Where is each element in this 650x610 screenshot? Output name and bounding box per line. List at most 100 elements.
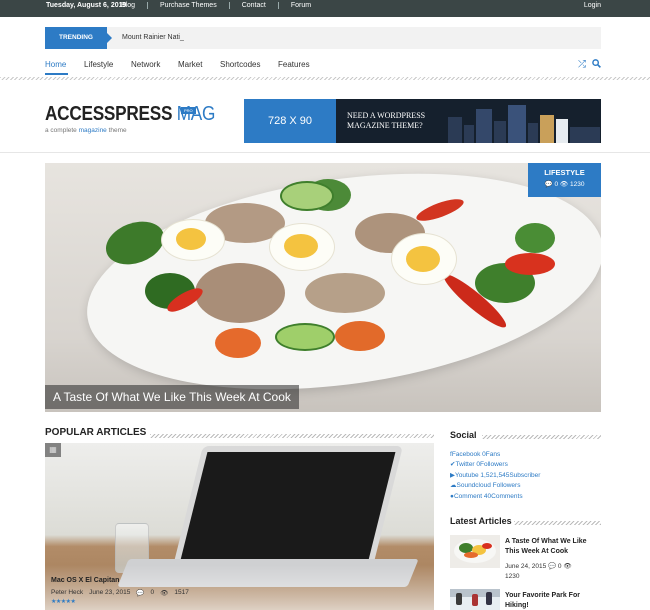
article-author[interactable]: Peter Heck [51, 589, 83, 597]
logo-tagline: a complete magazine theme [45, 127, 243, 134]
hero-comments: 0 [554, 181, 559, 188]
social-comment[interactable]: ●Comment 40Comments [450, 492, 540, 502]
comment-icon: 💬 [136, 590, 145, 597]
heading-divider [514, 521, 601, 525]
latest-comments: 0 [557, 563, 562, 570]
social-twitter-text: Twitter 0Followers [455, 461, 508, 469]
divider [147, 2, 149, 9]
skyline-building [508, 105, 526, 143]
top-link-purchase-themes[interactable]: Purchase Themes [160, 2, 217, 9]
nav-item-home[interactable]: Home [45, 60, 66, 69]
tagline-accent: magazine [78, 127, 107, 134]
trending-bar: TRENDING Mount Rainier Nati_ [45, 27, 601, 49]
ad-text: NEED A WORDPRESS MAGAZINE THEME? [347, 111, 425, 131]
top-link-forum[interactable]: Forum [291, 2, 311, 9]
latest-title[interactable]: A Taste Of What We Like This Week At Coo… [505, 537, 601, 557]
tagline-prefix: a complete [45, 127, 77, 134]
current-date: Tuesday, August 6, 2019 [46, 2, 127, 9]
nav-item-features[interactable]: Features [278, 60, 310, 69]
article-date: June 23, 2015 [89, 589, 131, 596]
rating-stars-icon: ★★★★★ [51, 599, 76, 605]
food-cucumber [275, 323, 335, 351]
hero-category-badge[interactable]: LIFESTYLE 💬 0 👁 1230 [528, 163, 601, 197]
nav-item-network[interactable]: Network [131, 60, 160, 69]
latest-thumb-image [450, 535, 500, 568]
eye-icon: 👁 [559, 181, 569, 188]
skyline-building [540, 115, 554, 143]
food-egg [391, 233, 457, 285]
food-tuna [195, 263, 285, 323]
comment-icon: 💬 [544, 181, 553, 188]
latest-views: 1230 [505, 573, 520, 580]
tagline-suffix: theme [108, 127, 127, 134]
social-soundcloud[interactable]: ☁Soundcloud Followers [450, 481, 540, 491]
popular-article-info: Mac OS X El Capitan Peter Heck June 23, … [45, 565, 434, 610]
skyline-building [528, 123, 538, 143]
skyline-building [448, 117, 462, 143]
article-comments: 0 [150, 589, 155, 596]
trending-ticker[interactable]: Mount Rainier Nati_ [122, 34, 184, 41]
popular-heading: POPULAR ARTICLES [45, 427, 147, 438]
social-facebook-text: Facebook 0Fans [451, 451, 501, 458]
food-tuna [305, 273, 385, 313]
social-heading: Social [450, 430, 477, 440]
divider [228, 2, 230, 9]
logo-title-main: ACCESSPRESS [45, 103, 173, 125]
image-format-icon: ▦ [45, 443, 61, 457]
skyline-building [464, 125, 474, 143]
food-pepper [505, 253, 555, 275]
food-carrot [215, 328, 261, 358]
shuffle-icon[interactable]: ⤮ [578, 59, 586, 71]
popular-article-meta: Peter Heck June 23, 2015 💬 0 👁 1517 [51, 589, 189, 597]
search-icon[interactable] [592, 59, 601, 71]
ad-banner[interactable]: 728 X 90 NEED A WORDPRESS MAGAZINE THEME… [244, 99, 601, 143]
skyline-building [570, 127, 600, 143]
food-egg [269, 223, 335, 271]
nav-item-shortcodes[interactable]: Shortcodes [220, 60, 260, 69]
social-youtube-text: Youtube 1,521,545Subscriber [455, 471, 541, 479]
nav-item-market[interactable]: Market [178, 60, 202, 69]
food-egg [161, 219, 225, 261]
comment-icon: 💬 [548, 563, 557, 570]
heading-divider [482, 435, 601, 439]
laptop-screen-image [173, 446, 403, 566]
nav-item-lifestyle[interactable]: Lifestyle [84, 60, 113, 69]
social-facebook[interactable]: fFacebook 0Fans [450, 450, 540, 460]
hero-caption[interactable]: A Taste Of What We Like This Week At Coo… [45, 385, 299, 409]
social-twitter[interactable]: ✔Twitter 0Followers [450, 460, 540, 470]
eye-icon: 👁 [563, 563, 572, 570]
pro-badge: PRO [181, 107, 196, 114]
header-divider [0, 152, 650, 153]
latest-heading: Latest Articles [450, 516, 512, 526]
skyline-building [556, 119, 568, 143]
latest-title[interactable]: Your Favorite Park For Hiking! [505, 591, 601, 610]
divider [277, 2, 279, 9]
hero-views: 1230 [569, 181, 585, 188]
nav-icons: ⤮ [578, 59, 601, 71]
heading-divider [150, 434, 434, 438]
nav-divider [0, 77, 650, 80]
food-carrot [335, 321, 385, 351]
food-cucumber [280, 181, 334, 211]
latest-thumb-image [450, 589, 500, 610]
article-views: 1517 [174, 589, 189, 596]
social-soundcloud-text: Soundcloud Followers [456, 482, 521, 490]
top-link-contact[interactable]: Contact [242, 2, 266, 9]
hero-stats: 💬 0 👁 1230 [528, 180, 601, 188]
social-comment-text: Comment 40Comments [453, 492, 523, 500]
popular-article-title[interactable]: Mac OS X El Capitan [51, 577, 119, 584]
site-logo[interactable]: ACCESSPRESS MAG PRO a complete magazine … [45, 103, 243, 134]
social-youtube[interactable]: ▶Youtube 1,521,545Subscriber [450, 471, 540, 481]
login-link[interactable]: Login [584, 2, 601, 9]
hero-featured[interactable]: LIFESTYLE 💬 0 👁 1230 A Taste Of What We … [45, 163, 601, 412]
ad-line-1: NEED A WORDPRESS [347, 111, 426, 120]
latest-date: June 24, 2015 [505, 563, 547, 570]
trending-label: TRENDING [45, 27, 112, 49]
ad-line-2: MAGAZINE THEME? [347, 121, 423, 130]
ad-promo: NEED A WORDPRESS MAGAZINE THEME? [336, 99, 601, 143]
latest-meta: June 24, 2015 💬 0 👁 1230 [505, 562, 601, 582]
skyline-building [476, 109, 492, 143]
top-links: Blog Purchase Themes Contact Forum [121, 2, 311, 9]
top-link-blog[interactable]: Blog [121, 2, 135, 9]
food-greens [515, 223, 555, 253]
